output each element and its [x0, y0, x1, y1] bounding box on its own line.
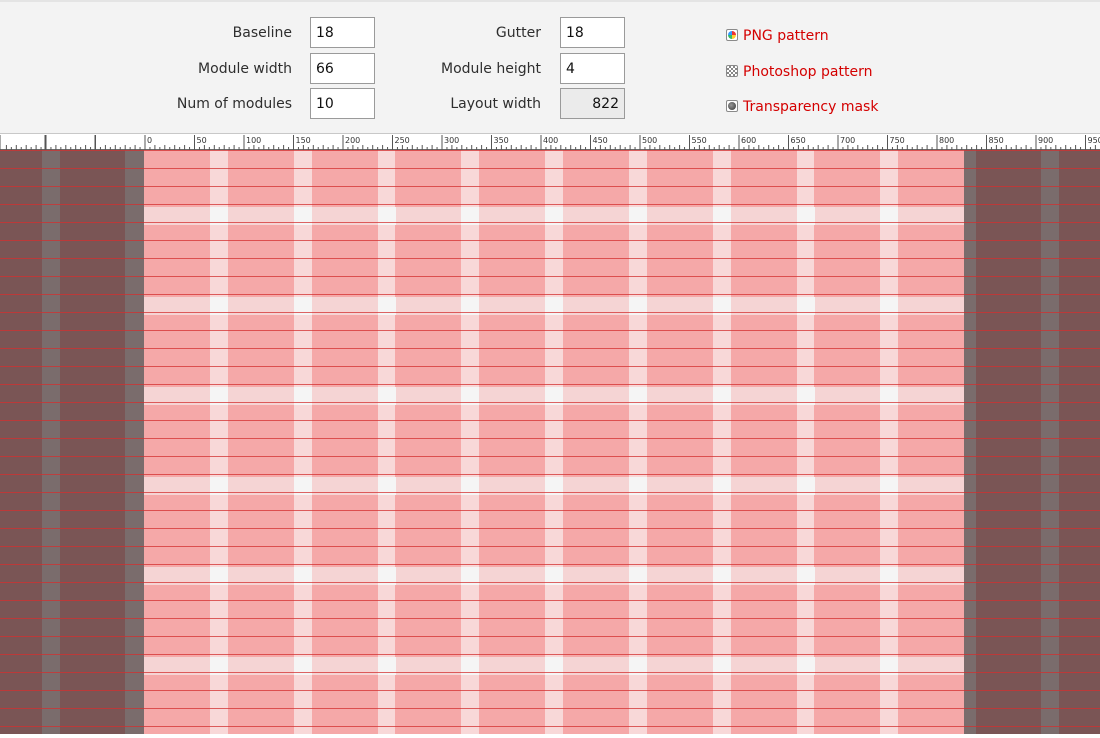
ruler-ticks: 0 50 100 150 200 250 300 350 400 450 500 550 600 650 7… [0, 134, 1100, 151]
ruler-label: 900 [1038, 136, 1053, 145]
layout-width-label: Layout width [450, 95, 541, 113]
ruler-label: 0 [147, 136, 152, 145]
ruler-label: 350 [494, 136, 509, 145]
ruler-label: 500 [642, 136, 657, 145]
module-column [395, 150, 461, 734]
gutter-input[interactable] [560, 17, 625, 48]
transparency-mask-label[interactable]: Transparency mask [743, 99, 878, 115]
ruler-label: 450 [593, 136, 608, 145]
outside-gutter [42, 150, 60, 734]
ruler-label: 300 [444, 136, 459, 145]
png-pattern-label[interactable]: PNG pattern [743, 28, 829, 44]
module-column [144, 150, 210, 734]
outside-gutter [125, 150, 144, 734]
horizontal-ruler: 0 50 100 150 200 250 300 350 400 450 500 550 600 650 7… [0, 133, 1100, 150]
module-column [898, 150, 964, 734]
layout-width-field [560, 88, 625, 119]
ruler-label: 700 [840, 136, 855, 145]
outside-gutter [1041, 150, 1059, 734]
grid-canvas [0, 150, 1100, 734]
photoshop-pattern-icon [726, 65, 738, 77]
module-column [228, 150, 294, 734]
ruler-label: 400 [543, 136, 558, 145]
transparency-mask-link[interactable]: Transparency mask [726, 96, 878, 114]
transparency-mask-icon [726, 100, 738, 112]
baseline-label: Baseline [233, 24, 292, 42]
module-height-label: Module height [441, 60, 541, 78]
grid-preview [0, 150, 1100, 734]
ruler-label: 150 [296, 136, 311, 145]
module-height-input[interactable] [560, 53, 625, 84]
module-column [312, 150, 378, 734]
module-column [647, 150, 713, 734]
ruler-label: 50 [197, 136, 207, 145]
gutter-label: Gutter [496, 24, 541, 42]
ruler-label: 950 [1088, 136, 1100, 145]
ruler-label: 100 [246, 136, 261, 145]
png-pattern-link[interactable]: PNG pattern [726, 25, 829, 43]
num-modules-label: Num of modules [177, 95, 292, 113]
photoshop-pattern-link[interactable]: Photoshop pattern [726, 61, 872, 79]
ruler-label: 250 [395, 136, 410, 145]
module-column [479, 150, 545, 734]
ruler-label: 600 [741, 136, 756, 145]
ruler-label: 750 [890, 136, 905, 145]
ruler-label: 650 [791, 136, 806, 145]
ruler-label: 200 [345, 136, 360, 145]
module-column [731, 150, 797, 734]
ruler-label: 850 [989, 136, 1004, 145]
grid-settings-panel: Baseline Module width Num of modules Gut… [0, 0, 1100, 133]
png-icon [726, 29, 738, 41]
ruler-label: 550 [692, 136, 707, 145]
photoshop-pattern-label[interactable]: Photoshop pattern [743, 64, 872, 80]
module-width-label: Module width [198, 60, 292, 78]
module-width-input[interactable] [310, 53, 375, 84]
num-modules-input[interactable] [310, 88, 375, 119]
module-column [814, 150, 880, 734]
baseline-input[interactable] [310, 17, 375, 48]
module-column [563, 150, 629, 734]
ruler-label: 800 [939, 136, 954, 145]
